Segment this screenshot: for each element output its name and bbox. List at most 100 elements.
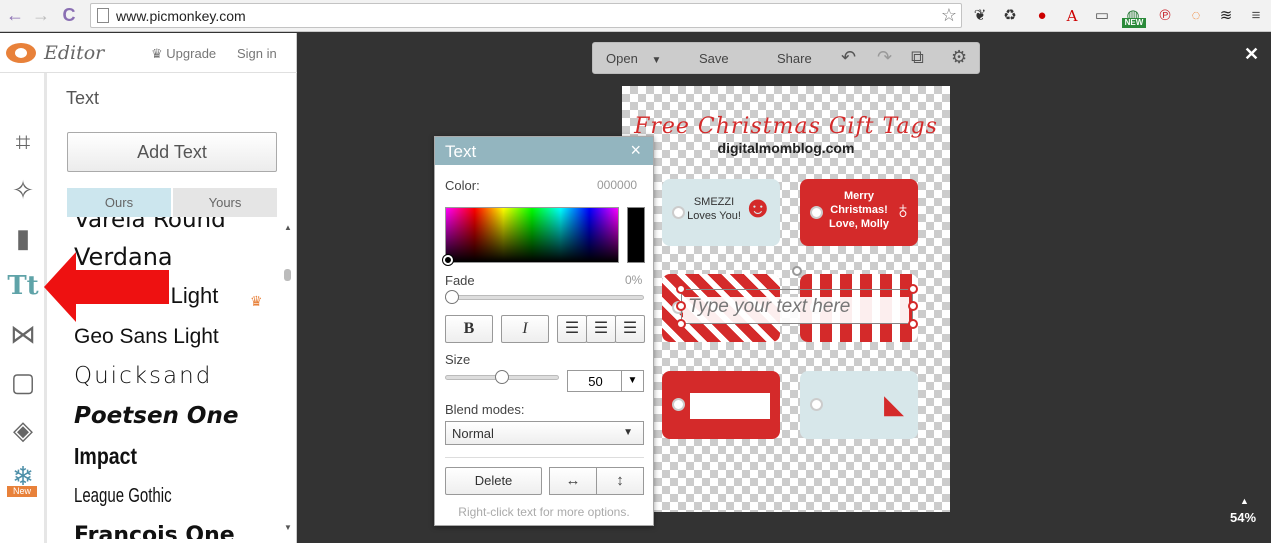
zoom-level[interactable]: 54% <box>1230 510 1256 525</box>
close-icon[interactable]: × <box>630 140 641 161</box>
align-right-button[interactable]: ☰ <box>615 315 645 343</box>
red-arrow-icon <box>44 252 169 322</box>
text-tool-icon[interactable]: Tt <box>6 269 40 303</box>
align-left-button[interactable]: ☰ <box>557 315 587 343</box>
font-item[interactable]: Impact <box>74 443 137 470</box>
dialog-header[interactable]: Text × <box>435 137 653 165</box>
caret-down-icon[interactable]: ▼ <box>621 371 643 391</box>
placeholder-text[interactable]: Type your text here <box>688 296 850 318</box>
evernote-icon[interactable]: ❦ <box>970 6 990 26</box>
fade-slider[interactable] <box>445 295 644 300</box>
gift-tag: ▲ <box>662 371 780 439</box>
panel-title: Text <box>66 88 100 108</box>
magic-wand-icon[interactable]: ✧ <box>6 173 40 207</box>
color-spectrum[interactable] <box>445 207 619 263</box>
editor-toolbar: Open ▼ Save Share ↶ ↷ ⧉ ⚙ <box>592 42 980 74</box>
text-dialog: Text × Color: 000000 Fade 0% B I ☰ ☰ ☰ S… <box>434 136 654 526</box>
new-badge: New <box>7 486 37 497</box>
app-name: Editor <box>44 42 105 64</box>
fade-slider-knob[interactable] <box>445 290 459 304</box>
color-label: Color: <box>445 178 480 193</box>
signin-link[interactable]: Sign in <box>237 46 277 61</box>
flip-vertical-button[interactable]: ↕ <box>596 467 644 495</box>
size-slider-knob[interactable] <box>495 370 509 384</box>
pinterest-icon[interactable]: ℗ <box>1155 6 1175 26</box>
lipstick-icon[interactable]: ▮ <box>6 221 40 255</box>
bold-button[interactable]: B <box>445 315 493 343</box>
cast-icon[interactable]: ▭ <box>1092 6 1112 26</box>
resize-handle[interactable] <box>908 301 918 311</box>
tool-column: ⌗ ✧ ▮ Tt ⋈ ▢ ◈ ❄ <box>0 73 47 543</box>
share-button[interactable]: Share <box>777 51 812 66</box>
tag-hole <box>672 398 685 411</box>
resize-handle[interactable] <box>908 319 918 329</box>
font-item[interactable]: Geo Sans Light <box>74 325 219 349</box>
blend-value: Normal <box>452 426 494 441</box>
rotate-handle[interactable] <box>792 266 802 276</box>
dialog-hint: Right-click text for more options. <box>458 505 630 519</box>
fade-label: Fade <box>445 273 475 288</box>
adblock-icon[interactable]: ● <box>1032 6 1052 26</box>
tag-text: Merry Christmas! Love, Molly <box>829 190 889 230</box>
close-icon[interactable]: ✕ <box>1244 44 1259 65</box>
menu-icon[interactable]: ≡ <box>1246 6 1266 26</box>
delete-button[interactable]: Delete <box>445 467 542 495</box>
resize-handle[interactable] <box>676 284 686 294</box>
back-button[interactable]: ← <box>4 4 26 26</box>
color-picker-knob[interactable] <box>443 255 453 265</box>
tag-text: SMEZZI Loves You! <box>687 196 741 222</box>
new-badge: NEW <box>1122 18 1146 28</box>
font-item[interactable]: Francois One <box>74 523 235 539</box>
stocking-icon: ◣ <box>884 389 904 419</box>
texture-icon[interactable]: ◈ <box>6 413 40 447</box>
resize-handle[interactable] <box>676 319 686 329</box>
scrollbar-thumb[interactable] <box>284 269 291 281</box>
undo-icon[interactable]: ↶ <box>841 47 856 68</box>
save-button[interactable]: Save <box>699 51 729 66</box>
color-swatch <box>627 207 645 263</box>
divider <box>445 457 644 458</box>
frame-icon[interactable]: ▢ <box>6 365 40 399</box>
size-label: Size <box>445 352 471 367</box>
add-text-button[interactable]: Add Text <box>67 132 277 172</box>
recycle-icon[interactable]: ♻ <box>1000 6 1020 26</box>
font-item[interactable]: League Gothic <box>74 485 172 508</box>
horizontal-arrows-icon: ↔ <box>565 472 581 489</box>
forward-button[interactable]: → <box>30 4 52 26</box>
tab-ours[interactable]: Ours <box>67 188 171 217</box>
layers-icon[interactable]: ⧉ <box>911 47 924 68</box>
font-item[interactable]: Poetsen One <box>74 403 238 429</box>
picmonkey-logo-icon <box>6 43 36 63</box>
blend-mode-select[interactable]: Normal ▼ <box>445 421 644 445</box>
color-hex-value[interactable]: 000000 <box>597 178 637 192</box>
butterfly-icon[interactable]: ⋈ <box>6 317 40 351</box>
bookmark-star-icon[interactable]: ☆ <box>941 5 957 26</box>
italic-button[interactable]: I <box>501 315 549 343</box>
crop-icon[interactable]: ⌗ <box>6 125 40 159</box>
tab-yours[interactable]: Yours <box>173 188 277 217</box>
upgrade-link[interactable]: ♛ Upgrade <box>151 46 216 62</box>
fade-value: 0% <box>625 273 643 287</box>
gear-icon[interactable]: ⚙ <box>951 47 967 68</box>
gift-tag: SMEZZI Loves You! ☻ <box>662 179 780 246</box>
font-item[interactable]: Varela Round <box>74 217 226 233</box>
blend-label: Blend modes: <box>445 402 525 417</box>
address-bar[interactable]: www.picmonkey.com ☆ <box>90 3 962 28</box>
flip-horizontal-button[interactable]: ↔ <box>549 467 597 495</box>
editor-header: Editor ♛ Upgrade Sign in <box>0 33 297 73</box>
redo-icon[interactable]: ↷ <box>877 47 892 68</box>
resize-handle[interactable] <box>676 301 686 311</box>
zoom-up-icon[interactable]: ▲ <box>1240 496 1249 506</box>
scroll-down-icon[interactable]: ▼ <box>284 523 292 532</box>
swirl-icon[interactable]: ◌ <box>1186 6 1206 26</box>
align-center-button[interactable]: ☰ <box>586 315 616 343</box>
size-select[interactable]: 50 ▼ <box>567 370 644 392</box>
open-button[interactable]: Open ▼ <box>606 51 661 66</box>
scroll-up-icon[interactable]: ▲ <box>284 223 292 232</box>
acrobat-icon[interactable]: A <box>1062 6 1082 26</box>
buffer-icon[interactable]: ≋ <box>1216 6 1236 26</box>
resize-handle[interactable] <box>908 284 918 294</box>
reload-button[interactable]: C <box>58 4 80 26</box>
font-item[interactable]: Quicksand <box>74 363 212 389</box>
tree-icon: ▲ <box>740 383 774 421</box>
